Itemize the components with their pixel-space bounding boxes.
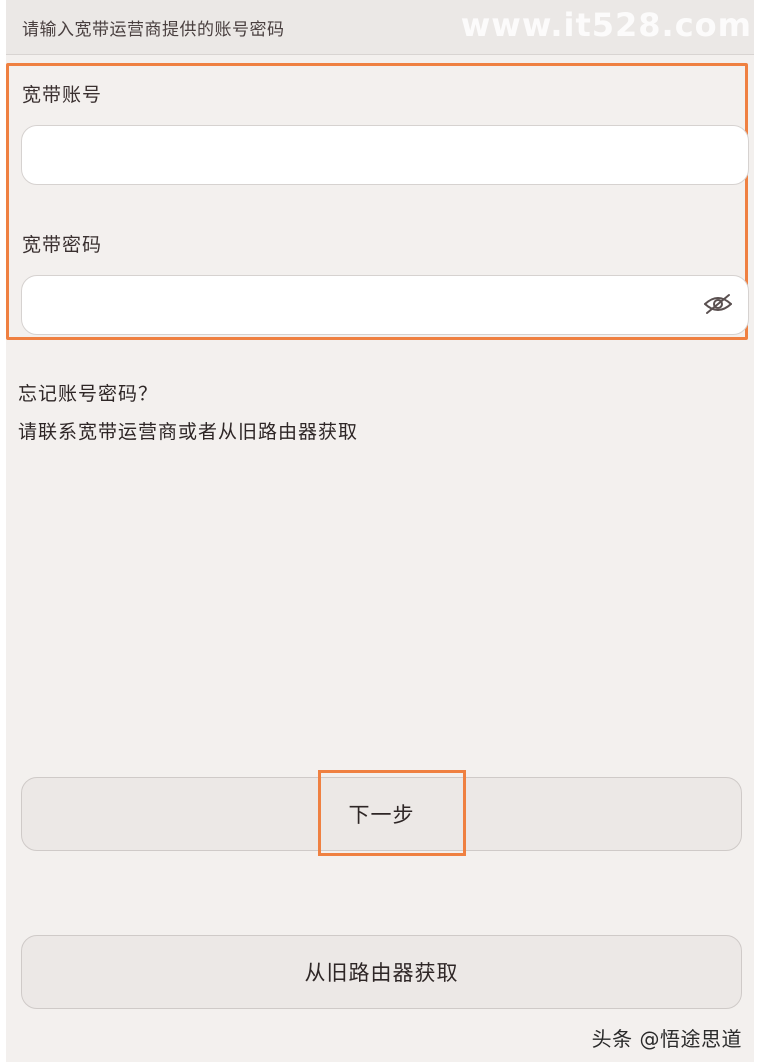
password-input[interactable] [21, 275, 749, 335]
forgot-credentials-title: 忘记账号密码？ [18, 383, 159, 405]
get-from-old-router-button[interactable]: 从旧路由器获取 [21, 935, 742, 1009]
author-watermark: 头条 @悟途思道 [591, 1027, 742, 1051]
eye-hidden-icon[interactable] [702, 291, 734, 319]
password-label: 宽带密码 [22, 234, 103, 256]
instruction-bar: 请输入宽带运营商提供的账号密码 www.it528.com [6, 0, 754, 55]
next-step-button[interactable]: 下一步 [21, 777, 742, 851]
site-watermark: www.it528.com [460, 6, 752, 44]
account-label: 宽带账号 [22, 84, 103, 106]
get-from-old-router-label: 从旧路由器获取 [304, 961, 459, 985]
router-setup-screen: 请输入宽带运营商提供的账号密码 www.it528.com 宽带账号 宽带密码 … [6, 0, 754, 1062]
instruction-text: 请输入宽带运营商提供的账号密码 [22, 20, 285, 40]
forgot-credentials-help: 请联系宽带运营商或者从旧路由器获取 [18, 421, 359, 443]
account-input[interactable] [21, 125, 749, 185]
next-step-label: 下一步 [348, 803, 415, 827]
